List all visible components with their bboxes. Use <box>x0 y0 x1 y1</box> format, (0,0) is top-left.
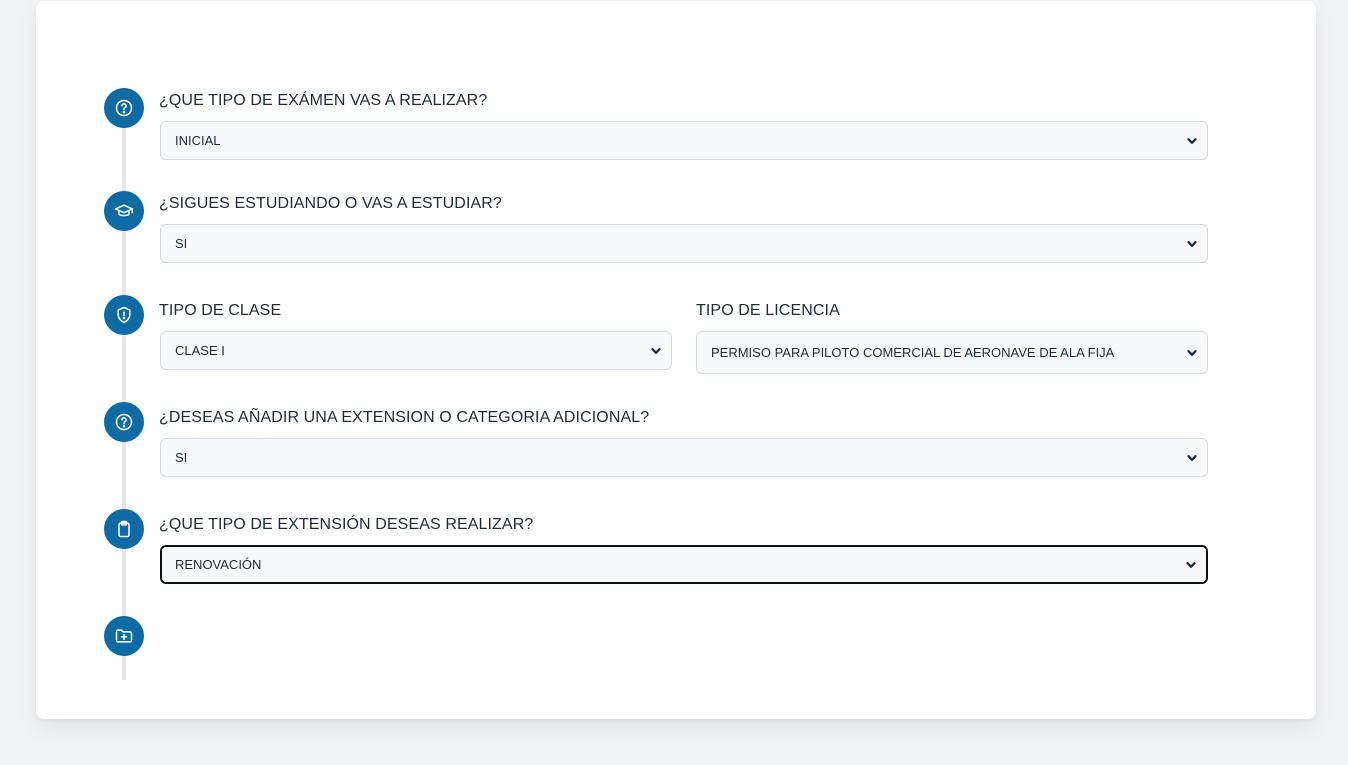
exam-type-label: ¿QUE TIPO DE EXÁMEN VAS A REALIZAR? <box>159 92 488 109</box>
studying-select[interactable]: SI <box>160 224 1208 263</box>
studying-label: ¿SIGUES ESTUDIANDO O VAS A ESTUDIAR? <box>159 195 502 212</box>
question-circle-icon <box>104 402 144 442</box>
add-extension-value: SI <box>175 450 188 465</box>
clipboard-icon <box>104 509 144 549</box>
folder-plus-icon <box>104 616 144 656</box>
chevron-down-icon <box>1187 348 1197 358</box>
chevron-down-icon <box>1186 560 1196 570</box>
shield-alert-icon <box>104 295 144 335</box>
chevron-down-icon <box>651 346 661 356</box>
license-type-label: TIPO DE LICENCIA <box>696 302 840 319</box>
exam-type-select[interactable]: INICIAL <box>160 121 1208 160</box>
class-type-label: TIPO DE CLASE <box>159 302 282 319</box>
question-circle-icon <box>104 88 144 128</box>
license-type-select[interactable]: PERMISO PARA PILOTO COMERCIAL DE AERONAV… <box>696 331 1208 374</box>
chevron-down-icon <box>1187 136 1197 146</box>
extension-type-label: ¿QUE TIPO DE EXTENSIÓN DESEAS REALIZAR? <box>159 516 534 533</box>
studying-value: SI <box>175 236 188 251</box>
class-type-select[interactable]: CLASE I <box>160 331 672 370</box>
extension-type-value: RENOVACIÓN <box>175 557 262 572</box>
chevron-down-icon <box>1187 453 1197 463</box>
extension-type-select[interactable]: RENOVACIÓN <box>160 545 1208 584</box>
exam-type-value: INICIAL <box>175 133 221 148</box>
add-extension-label: ¿DESEAS AÑADIR UNA EXTENSION O CATEGORIA… <box>159 409 650 426</box>
class-type-value: CLASE I <box>175 343 225 358</box>
graduation-cap-icon <box>104 191 144 231</box>
chevron-down-icon <box>1187 239 1197 249</box>
add-extension-select[interactable]: SI <box>160 438 1208 477</box>
license-type-value: PERMISO PARA PILOTO COMERCIAL DE AERONAV… <box>711 345 1115 360</box>
